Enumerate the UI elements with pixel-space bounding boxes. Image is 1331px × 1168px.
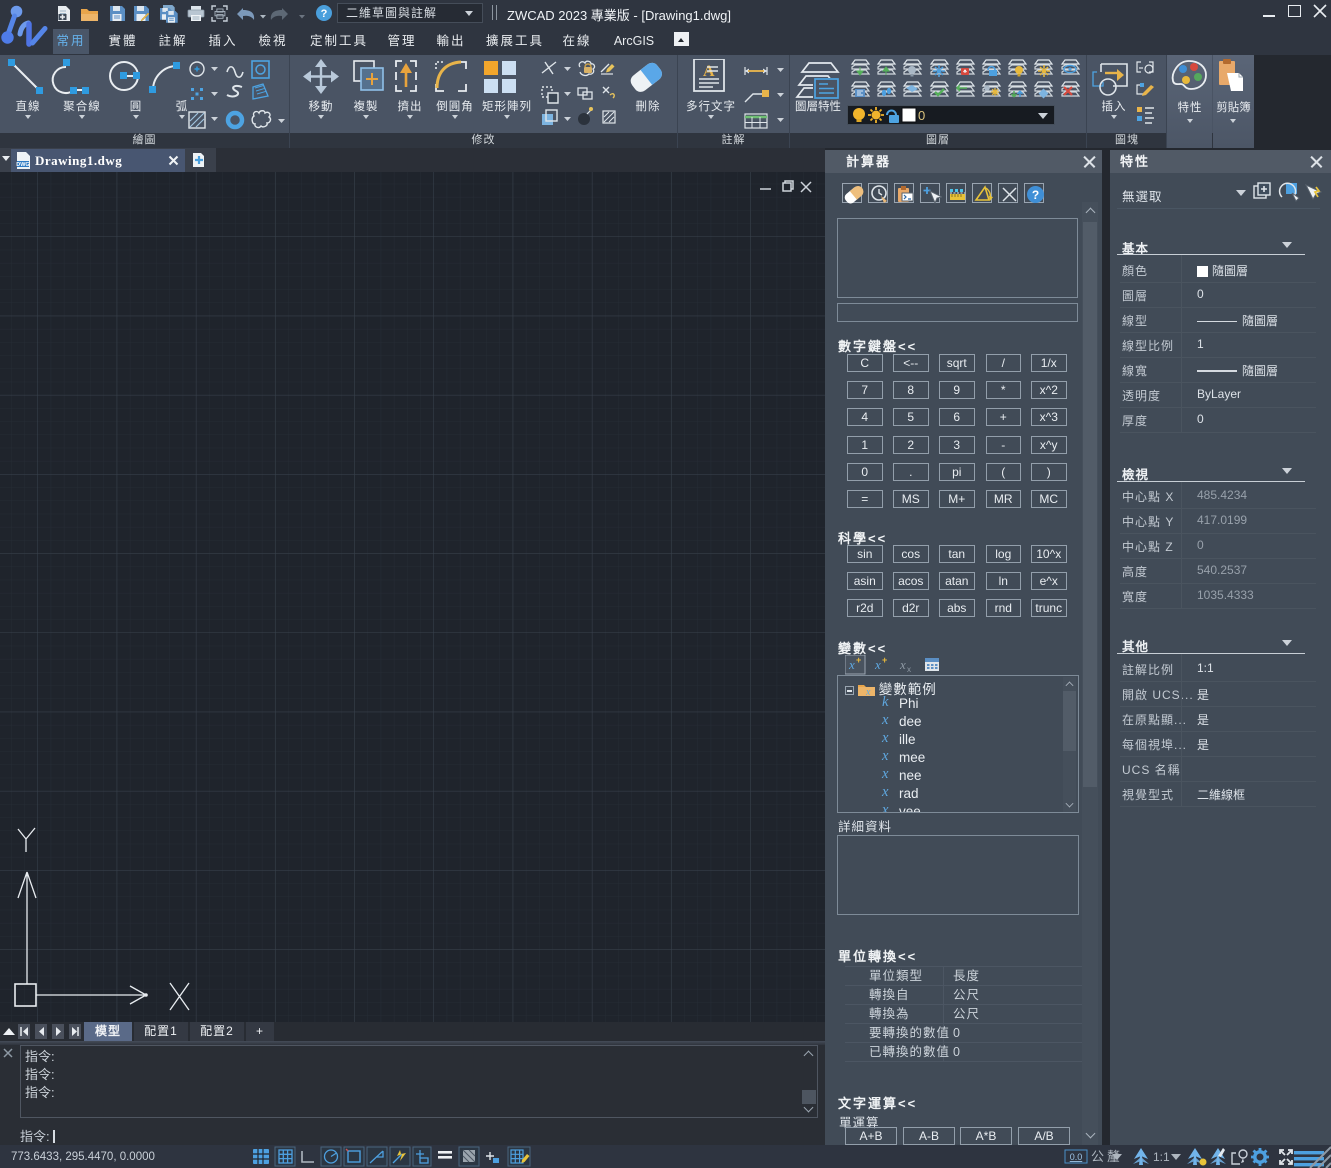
svg-text:0.0: 0.0 [1070,1152,1083,1162]
svg-text:x: x [907,665,911,674]
svg-text:+: + [856,655,861,665]
svg-text:?: ? [321,8,328,20]
svg-text:?: ? [1032,188,1039,202]
svg-text:DWG: DWG [16,162,29,168]
svg-text:x: x [874,657,881,672]
svg-text:1:1: 1:1 [1153,1150,1170,1164]
svg-text:x: x [848,657,855,672]
svg-text:+: + [882,655,887,665]
svg-text:x: x [899,657,906,672]
